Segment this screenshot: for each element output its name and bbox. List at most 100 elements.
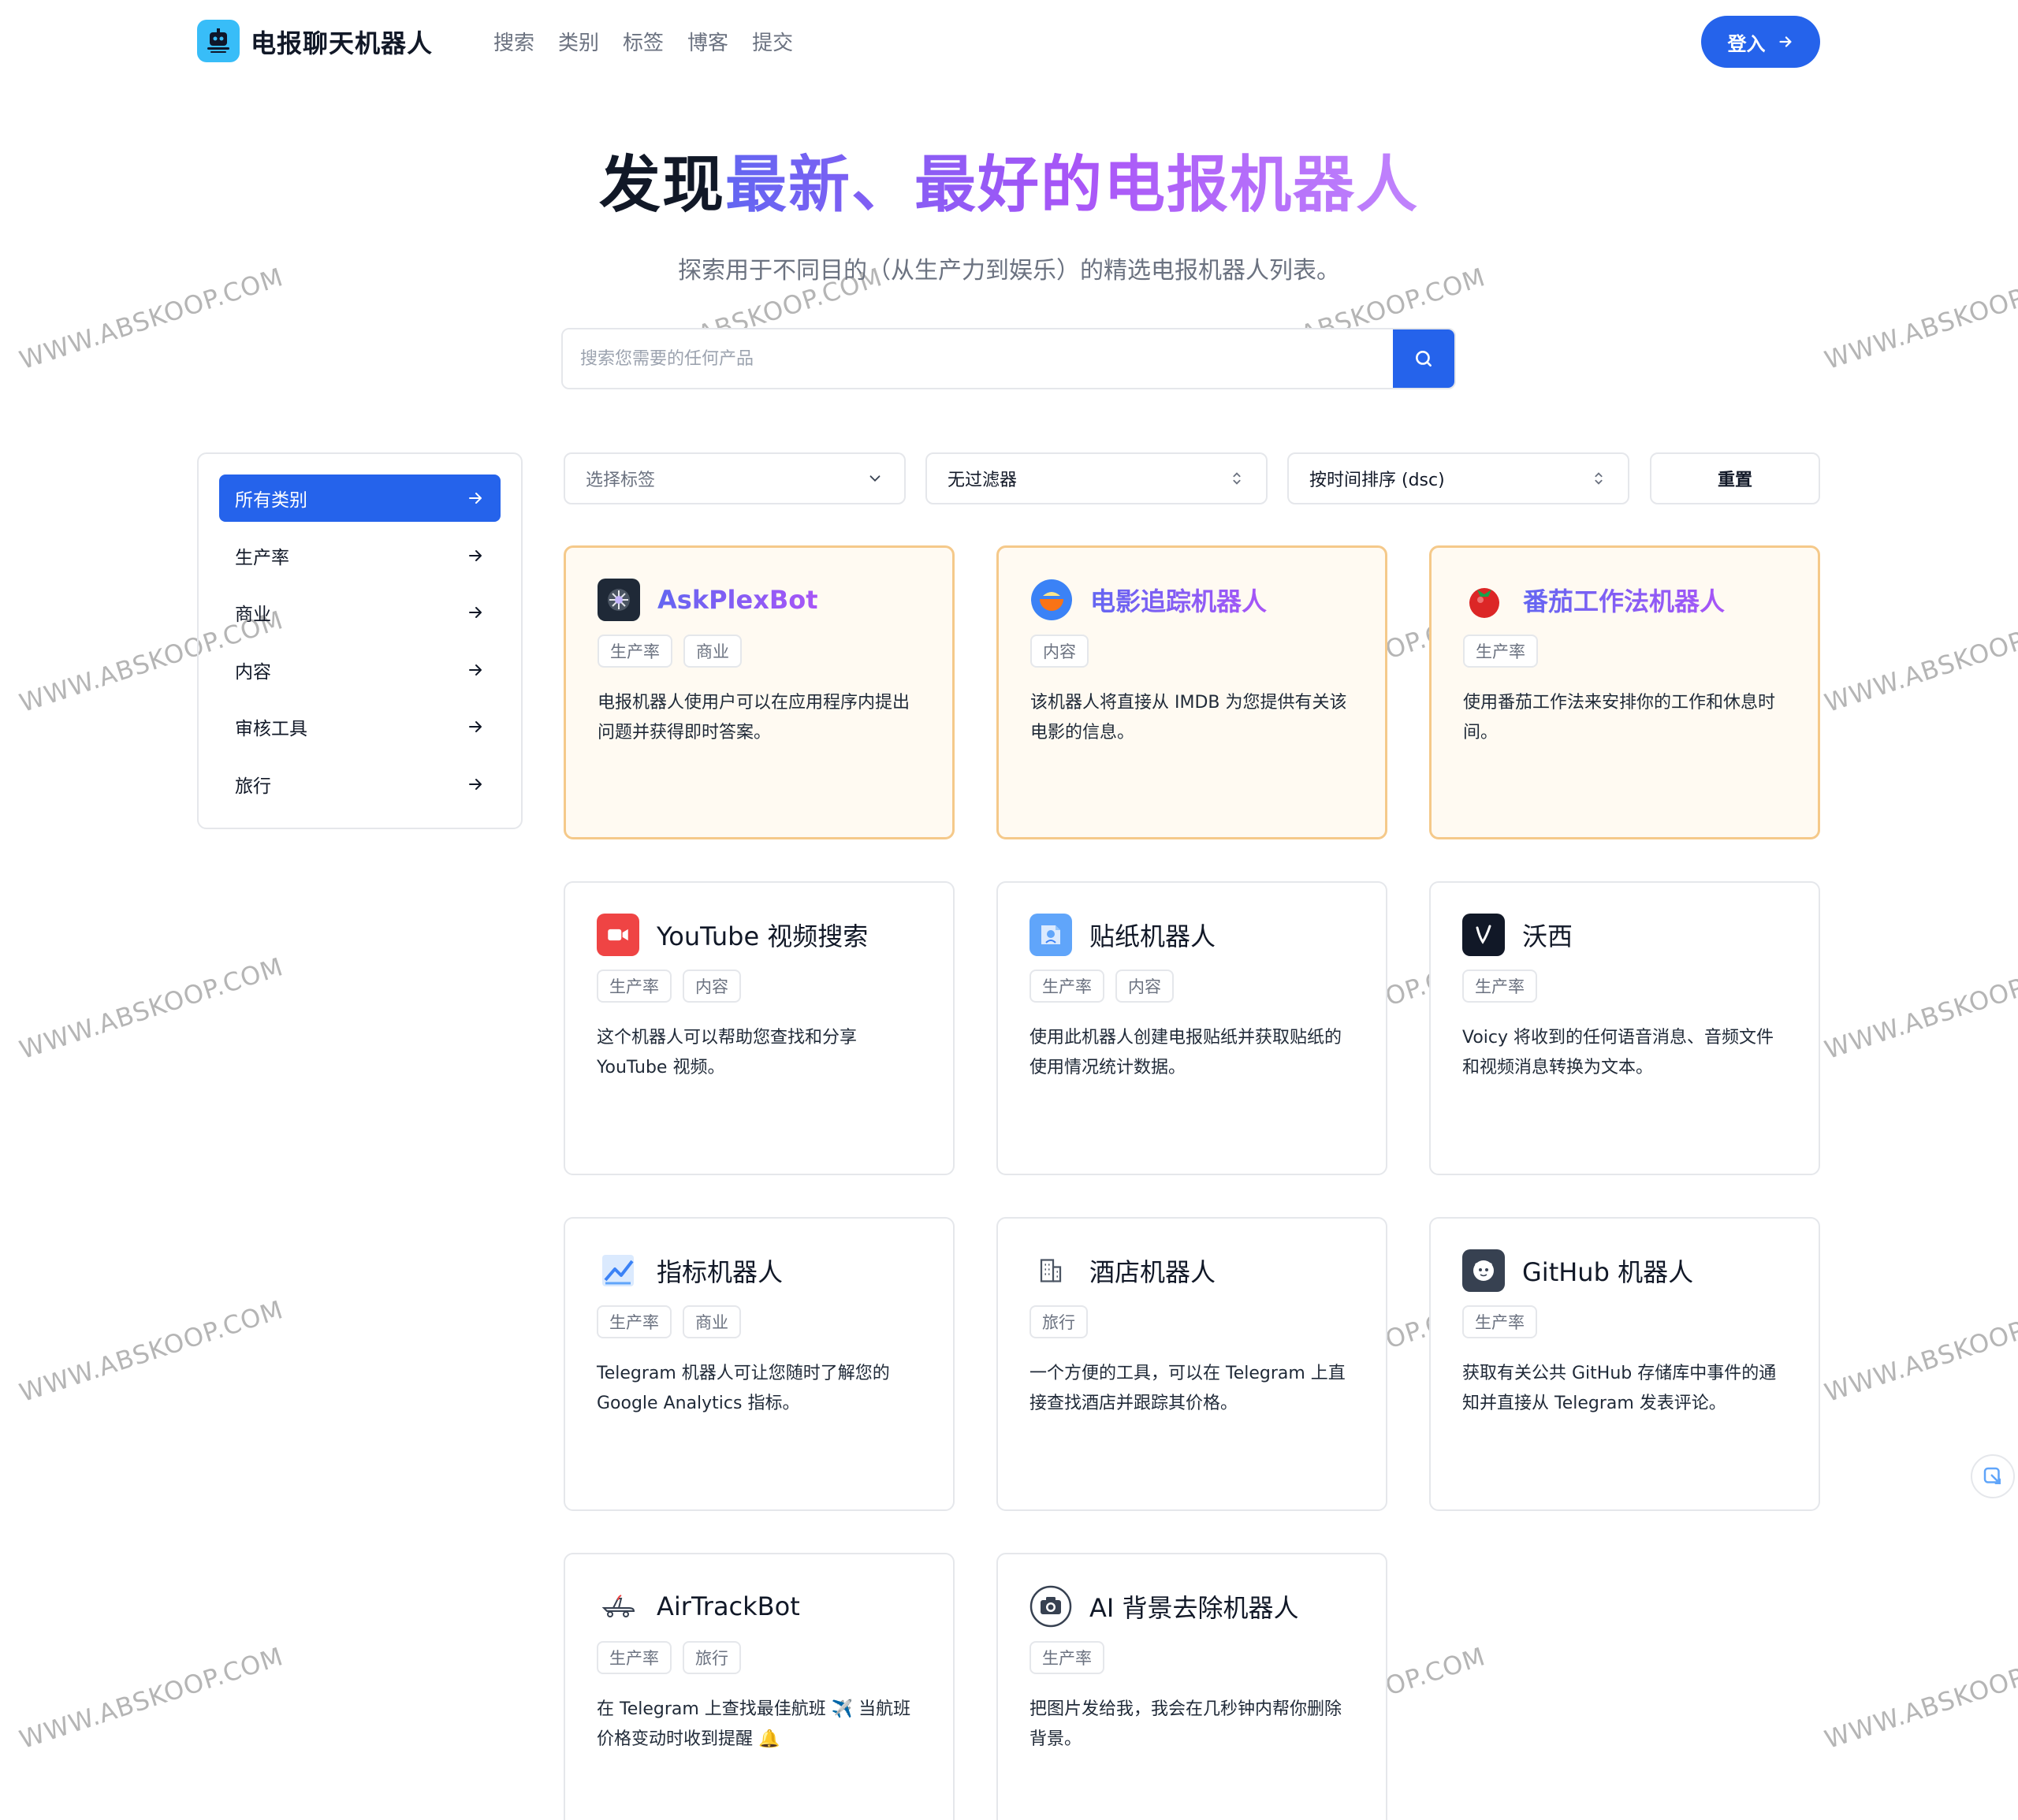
card-description: 把图片发给我，我会在几秒钟内帮你删除背景。 <box>1029 1699 1342 1749</box>
tag-select[interactable]: 选择标签 <box>564 452 906 504</box>
tag[interactable]: 商业 <box>683 635 742 668</box>
robot-logo-icon[interactable] <box>197 20 240 62</box>
filter-select[interactable]: 无过滤器 <box>925 452 1268 504</box>
tomato-icon <box>1463 579 1506 621</box>
tag-list: 内容 <box>1030 635 1353 668</box>
tag-list: 生产率 商业 <box>597 1305 922 1338</box>
nav-blog[interactable]: 博客 <box>687 27 728 56</box>
tag[interactable]: 生产率 <box>1029 1641 1104 1674</box>
tag[interactable]: 内容 <box>683 970 741 1003</box>
card-title: YouTube 视频搜索 <box>657 921 869 951</box>
sidebar-item-label: 审核工具 <box>235 719 307 739</box>
chevron-up-down-icon <box>1595 472 1603 485</box>
sidebar-item-label: 生产率 <box>235 547 289 568</box>
tag-list: 生产率 内容 <box>1029 970 1354 1003</box>
watermark: WWW.ABSKOOP.COM <box>16 951 287 1066</box>
card-description: 使用此机器人创建电报贴纸并获取贴纸的使用情况统计数据。 <box>1029 1028 1342 1077</box>
sidebar-item-productivity[interactable]: 生产率 <box>219 532 501 579</box>
watermark: WWW.ABSKOOP.COM <box>1821 951 2018 1066</box>
filter-select-value: 无过滤器 <box>948 471 1018 490</box>
bot-card[interactable]: AI 背景去除机器人 生产率 把图片发给我，我会在几秒钟内帮你删除背景。 <box>996 1553 1387 1820</box>
nav-tags[interactable]: 标签 <box>623 27 664 56</box>
watermark: WWW.ABSKOOP.COM <box>1821 605 2018 719</box>
tag[interactable]: 生产率 <box>597 970 672 1003</box>
watermark: WWW.ABSKOOP.COM <box>16 1641 287 1755</box>
sidebar-item-label: 所有类别 <box>235 490 307 511</box>
tag[interactable]: 商业 <box>683 1305 741 1338</box>
tag-list: 生产率 内容 <box>597 970 922 1003</box>
sidebar-item-label: 旅行 <box>235 776 271 797</box>
arrow-right-icon <box>1778 36 1792 47</box>
tag[interactable]: 生产率 <box>597 1305 672 1338</box>
tag-list: 生产率 <box>1462 1305 1787 1338</box>
arrow-right-icon <box>469 549 482 561</box>
bot-card[interactable]: YouTube 视频搜索 生产率 内容 这个机器人可以帮助您查找和分享 YouT… <box>564 881 955 1175</box>
nav-categories[interactable]: 类别 <box>558 27 599 56</box>
arrow-right-icon <box>469 493 482 504</box>
nav-search[interactable]: 搜索 <box>493 27 534 56</box>
tag-list: 旅行 <box>1029 1305 1354 1338</box>
bot-card[interactable]: 指标机器人 生产率 商业 Telegram 机器人可让您随时了解您的 Googl… <box>564 1217 955 1511</box>
chevron-up-down-icon <box>1233 472 1241 485</box>
site-header: 电报聊天机器人 搜索 类别 标签 博客 提交 登入 <box>0 0 2018 80</box>
tag[interactable]: 旅行 <box>683 1641 741 1674</box>
tag[interactable]: 内容 <box>1030 635 1089 668</box>
card-description: Voicy 将收到的任何语音消息、音频文件和视频消息转换为文本。 <box>1462 1028 1774 1077</box>
tag[interactable]: 生产率 <box>1462 970 1537 1003</box>
sticker-icon <box>1029 914 1072 956</box>
bot-card[interactable]: 酒店机器人 旅行 一个方便的工具，可以在 Telegram 上直接查找酒店并跟踪… <box>996 1217 1387 1511</box>
hero-title: 发现最新、最好的电报机器人 <box>0 136 2018 224</box>
sidebar-item-content[interactable]: 内容 <box>219 646 501 694</box>
hero-title-plain: 发现 <box>598 150 725 221</box>
search-icon <box>1416 351 1432 367</box>
bot-card[interactable]: 电影追踪机器人 内容 该机器人将直接从 IMDB 为您提供有关该电影的信息。 <box>996 545 1387 839</box>
search-button[interactable] <box>1393 329 1454 388</box>
card-title: 番茄工作法机器人 <box>1523 582 1725 618</box>
camera-icon <box>1029 1585 1072 1628</box>
login-button[interactable]: 登入 <box>1701 16 1820 68</box>
sidebar-item-business[interactable]: 商业 <box>219 589 501 636</box>
bot-card[interactable]: 沃西 生产率 Voicy 将收到的任何语音消息、音频文件和视频消息转换为文本。 <box>1429 881 1820 1175</box>
sidebar-item-travel[interactable]: 旅行 <box>219 761 501 808</box>
sidebar-item-all[interactable]: 所有类别 <box>219 475 501 522</box>
card-title: 酒店机器人 <box>1089 1257 1216 1287</box>
sort-select-value: 按时间排序 (dsc) <box>1309 471 1445 490</box>
tag[interactable]: 旅行 <box>1029 1305 1088 1338</box>
reset-label: 重置 <box>1717 471 1752 490</box>
card-title: AskPlexBot <box>657 585 818 615</box>
tag[interactable]: 生产率 <box>1029 970 1104 1003</box>
card-description: 获取有关公共 GitHub 存储库中事件的通知并直接从 Telegram 发表评… <box>1462 1364 1777 1413</box>
card-description: 一个方便的工具，可以在 Telegram 上直接查找酒店并跟踪其价格。 <box>1029 1364 1346 1413</box>
tag-list: 生产率 商业 <box>598 635 921 668</box>
tag[interactable]: 内容 <box>1115 970 1174 1003</box>
bot-card[interactable]: 番茄工作法机器人 生产率 使用番茄工作法来安排你的工作和休息时间。 <box>1429 545 1820 839</box>
arrow-right-icon <box>469 664 482 676</box>
bot-card[interactable]: GitHub 机器人 生产率 获取有关公共 GitHub 存储库中事件的通知并直… <box>1429 1217 1820 1511</box>
bot-card[interactable]: 贴纸机器人 生产率 内容 使用此机器人创建电报贴纸并获取贴纸的使用情况统计数据。 <box>996 881 1387 1175</box>
card-title: GitHub 机器人 <box>1522 1257 1694 1287</box>
floating-hand-icon[interactable] <box>1971 1454 2015 1498</box>
tag-list: 生产率 <box>1029 1641 1354 1674</box>
tag[interactable]: 生产率 <box>597 1641 672 1674</box>
login-label: 登入 <box>1727 32 1766 55</box>
watermark: WWW.ABSKOOP.COM <box>16 1294 287 1409</box>
bot-card[interactable]: AskPlexBot 生产率 商业 电报机器人使用户可以在应用程序内提出问题并获… <box>564 545 955 839</box>
sort-select[interactable]: 按时间排序 (dsc) <box>1287 452 1629 504</box>
tag[interactable]: 生产率 <box>598 635 672 668</box>
bot-card[interactable]: AirTrackBot 生产率 旅行 在 Telegram 上查找最佳航班 ✈️… <box>564 1553 955 1820</box>
card-description: 在 Telegram 上查找最佳航班 ✈️ 当航班价格变动时收到提醒 🔔 <box>597 1699 911 1749</box>
tag[interactable]: 生产率 <box>1463 635 1538 668</box>
tag[interactable]: 生产率 <box>1462 1305 1537 1338</box>
nav-submit[interactable]: 提交 <box>752 27 793 56</box>
sidebar-item-moderation[interactable]: 审核工具 <box>219 703 501 750</box>
card-title: 贴纸机器人 <box>1089 921 1216 951</box>
brand-name[interactable]: 电报聊天机器人 <box>251 24 433 60</box>
tag-list: 生产率 <box>1462 970 1787 1003</box>
search-input[interactable] <box>563 329 1393 388</box>
chart-trend-icon <box>597 1249 639 1292</box>
card-title: AI 背景去除机器人 <box>1089 1593 1299 1623</box>
reset-button[interactable]: 重置 <box>1650 452 1820 504</box>
tag-list: 生产率 旅行 <box>597 1641 922 1674</box>
hotel-building-icon <box>1029 1249 1072 1292</box>
arrow-right-icon <box>469 721 482 732</box>
